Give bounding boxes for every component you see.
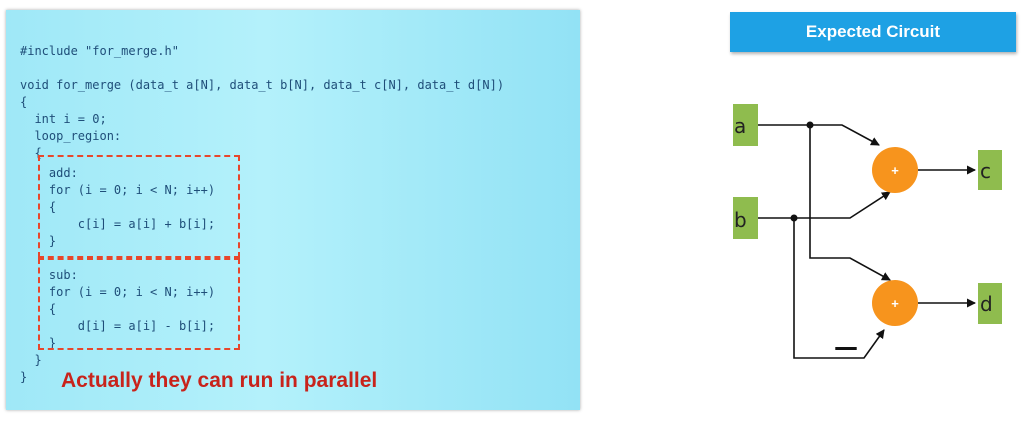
input-port-a-label: a [734,114,746,138]
subtractor-node: + [872,280,918,326]
junction-b [790,214,798,222]
output-port-c: c [978,150,1002,190]
adder-node: + [872,147,918,193]
wire-a-to-subtractor [809,125,891,281]
negate-mark: — [834,333,858,361]
wire-a-to-adder [758,124,880,146]
input-port-b-label: b [734,208,747,232]
input-port-a: a [733,104,758,146]
input-port-b: b [733,197,758,239]
junction-a [806,121,814,129]
adder-node-label: + [891,163,899,178]
output-port-c-label: c [980,159,991,183]
subtractor-node-label: + [891,296,899,311]
output-port-d: d [978,283,1002,324]
circuit-diagram: a b c d + + — [733,104,1002,361]
output-port-d-label: d [980,292,993,316]
wire-b-to-adder [758,191,891,219]
